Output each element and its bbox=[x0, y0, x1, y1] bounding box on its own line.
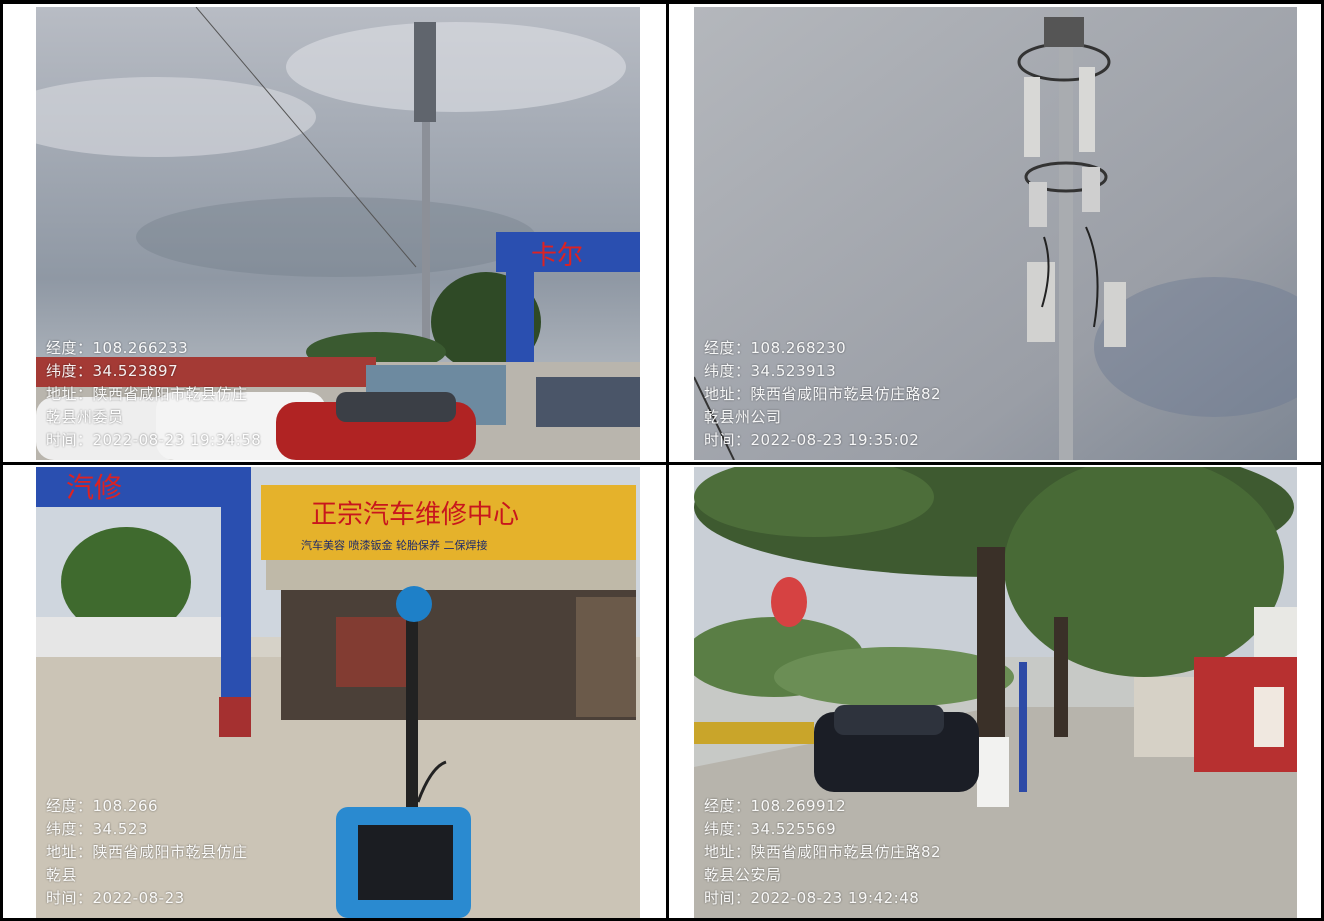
antenna-closeup-photo: 经度：108.268230 纬度：34.523913 地址：陕西省咸阳市乾县仿庄… bbox=[694, 7, 1297, 460]
geo-overlay: 经度：108.266233 纬度：34.523897 地址：陕西省咸阳市乾县仿庄… bbox=[46, 337, 261, 452]
longitude-label: 经度：108.266233 bbox=[46, 339, 189, 357]
latitude-label: 纬度：34.523913 bbox=[704, 362, 837, 380]
address-label: 地址：陕西省咸阳市乾县仿庄 bbox=[46, 843, 248, 861]
gate-text: 汽修 bbox=[66, 471, 122, 504]
photo-grid: 卡尔 经度：108.266233 纬度：34.523897 地址：陕西省咸阳市乾… bbox=[0, 0, 1324, 921]
latitude-label: 纬度：34.523 bbox=[46, 820, 148, 838]
street-photo: 经度：108.269912 纬度：34.525569 地址：陕西省咸阳市乾县仿庄… bbox=[694, 467, 1297, 918]
sound-meter-photo: 汽修 正宗汽车维修中心 汽车美容 喷漆钣金 轮胎保养 二保焊接 经度：108.2… bbox=[36, 467, 640, 918]
tower-wide-photo: 卡尔 经度：108.266233 纬度：34.523897 地址：陕西省咸阳市乾… bbox=[36, 7, 640, 460]
latitude-label: 纬度：34.523897 bbox=[46, 362, 179, 380]
geo-overlay: 经度：108.268230 纬度：34.523913 地址：陕西省咸阳市乾县仿庄… bbox=[704, 337, 941, 452]
geo-overlay: 经度：108.266 纬度：34.523 地址：陕西省咸阳市乾县仿庄 乾县 时间… bbox=[46, 795, 248, 910]
shop-sign-text: 正宗汽车维修中心 bbox=[311, 500, 519, 530]
shop-sign-subtext: 汽车美容 喷漆钣金 轮胎保养 二保焊接 bbox=[301, 538, 488, 552]
longitude-label: 经度：108.269912 bbox=[704, 797, 847, 815]
time-label: 时间：2022-08-23 bbox=[46, 889, 185, 907]
latitude-label: 纬度：34.525569 bbox=[704, 820, 837, 838]
address-label: 地址：陕西省咸阳市乾县仿庄 bbox=[46, 385, 248, 403]
time-label: 时间：2022-08-23 19:42:48 bbox=[704, 889, 920, 907]
time-label: 时间：2022-08-23 19:35:02 bbox=[704, 431, 920, 449]
grid-divider-vertical bbox=[666, 0, 669, 921]
longitude-label: 经度：108.266 bbox=[46, 797, 159, 815]
unit-label: 乾县州公司 bbox=[704, 408, 782, 426]
unit-label: 乾县 bbox=[46, 866, 78, 884]
geo-overlay: 经度：108.269912 纬度：34.525569 地址：陕西省咸阳市乾县仿庄… bbox=[704, 795, 941, 910]
address-label: 地址：陕西省咸阳市乾县仿庄路82 bbox=[704, 385, 942, 403]
grid-divider-horizontal bbox=[3, 462, 1324, 465]
gate-sign-text: 卡尔 bbox=[531, 241, 583, 271]
address-label: 地址：陕西省咸阳市乾县仿庄路82 bbox=[704, 843, 942, 861]
time-label: 时间：2022-08-23 19:34:58 bbox=[46, 431, 262, 449]
unit-label: 乾县公安局 bbox=[704, 866, 782, 884]
longitude-label: 经度：108.268230 bbox=[704, 339, 847, 357]
unit-label: 乾县州委员 bbox=[46, 408, 124, 426]
